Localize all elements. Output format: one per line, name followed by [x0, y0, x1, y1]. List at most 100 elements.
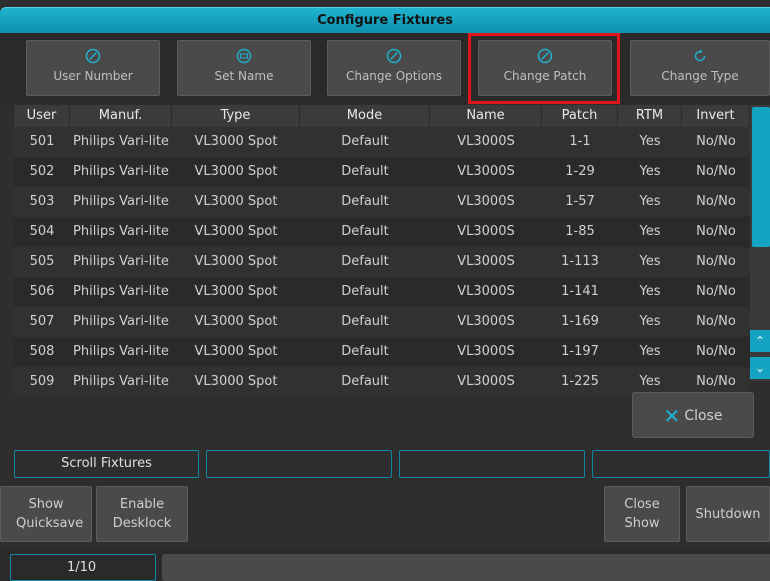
softkey-field-4[interactable] — [592, 450, 770, 478]
cell-mode: Default — [341, 164, 389, 179]
pencil-circle-icon — [85, 48, 101, 64]
table-body: 501 Philips Vari-lite VL3000 Spot Default VL… — [14, 127, 750, 397]
column-header-patch[interactable]: Patch — [542, 105, 618, 127]
cell-mode: Default — [341, 344, 389, 359]
cell-name: VL3000S — [457, 134, 515, 149]
cell-invert: No/No — [696, 224, 736, 239]
cell-rtm: Yes — [639, 134, 661, 149]
table-row[interactable]: 503 Philips Vari-lite VL3000 Spot Default VL… — [14, 187, 750, 217]
column-header-manuf[interactable]: Manuf. — [70, 105, 172, 127]
cell-patch: 1-29 — [565, 164, 595, 179]
cell-type: VL3000 Spot — [194, 374, 278, 389]
cell-name: VL3000S — [457, 344, 515, 359]
cell-rtm: Yes — [639, 254, 661, 269]
cell-type: VL3000 Spot — [194, 164, 278, 179]
cell-manuf: Philips Vari-lite — [73, 374, 169, 389]
cell-name: VL3000S — [457, 314, 515, 329]
cell-manuf: Philips Vari-lite — [73, 134, 169, 149]
softkey-field-2[interactable] — [206, 450, 392, 478]
change-options-label: Change Options — [345, 69, 443, 83]
cell-user: 509 — [29, 374, 55, 389]
cell-manuf: Philips Vari-lite — [73, 194, 169, 209]
command-line[interactable] — [162, 554, 770, 581]
softkey-field-3[interactable] — [399, 450, 585, 478]
scroll-down-button[interactable]: ⌄ — [750, 357, 770, 379]
cell-rtm: Yes — [639, 194, 661, 209]
show-quicksave-label: Show Quicksave — [16, 497, 84, 531]
set-name-label: Set Name — [214, 69, 274, 83]
user-number-button[interactable]: User Number — [26, 40, 160, 96]
cell-invert: No/No — [696, 164, 736, 179]
change-type-button[interactable]: Change Type — [630, 40, 770, 96]
cell-manuf: Philips Vari-lite — [73, 284, 169, 299]
cell-patch: 1-169 — [561, 314, 599, 329]
shutdown-label: Shutdown — [695, 506, 761, 522]
cell-patch: 1-1 — [569, 134, 591, 149]
cell-patch: 1-113 — [561, 254, 599, 269]
cell-name: VL3000S — [457, 374, 515, 389]
table-row[interactable]: 506 Philips Vari-lite VL3000 Spot Default VL… — [14, 277, 750, 307]
cell-patch: 1-225 — [561, 374, 599, 389]
shutdown-button[interactable]: Shutdown — [686, 486, 770, 542]
column-header-mode[interactable]: Mode — [300, 105, 430, 127]
column-header-invert[interactable]: Invert — [682, 105, 750, 127]
change-options-button[interactable]: Change Options — [327, 40, 461, 96]
column-header-type[interactable]: Type — [172, 105, 300, 127]
cell-rtm: Yes — [639, 224, 661, 239]
table-row[interactable]: 508 Philips Vari-lite VL3000 Spot Default VL… — [14, 337, 750, 367]
cell-type: VL3000 Spot — [194, 344, 278, 359]
cell-mode: Default — [341, 134, 389, 149]
cell-mode: Default — [341, 284, 389, 299]
close-show-button[interactable]: Close Show — [604, 486, 680, 542]
scroll-fixtures-field[interactable]: Scroll Fixtures — [14, 450, 199, 478]
keyboard-circle-icon — [236, 48, 252, 64]
cell-user: 502 — [29, 164, 55, 179]
cell-type: VL3000 Spot — [194, 134, 278, 149]
toolbar: User Number Set Name Change Options Chan… — [0, 33, 770, 104]
column-header-name[interactable]: Name — [430, 105, 542, 127]
table-row[interactable]: 501 Philips Vari-lite VL3000 Spot Default VL… — [14, 127, 750, 157]
show-quicksave-button[interactable]: Show Quicksave — [0, 486, 92, 542]
cell-invert: No/No — [696, 314, 736, 329]
table-row[interactable]: 504 Philips Vari-lite VL3000 Spot Default VL… — [14, 217, 750, 247]
cell-invert: No/No — [696, 344, 736, 359]
cell-invert: No/No — [696, 134, 736, 149]
table-row[interactable]: 502 Philips Vari-lite VL3000 Spot Default VL… — [14, 157, 750, 187]
refresh-icon — [694, 49, 706, 62]
cell-mode: Default — [341, 374, 389, 389]
cell-name: VL3000S — [457, 284, 515, 299]
cell-type: VL3000 Spot — [194, 194, 278, 209]
cell-patch: 1-85 — [565, 224, 595, 239]
pencil-circle-icon — [386, 48, 402, 64]
cell-rtm: Yes — [639, 284, 661, 299]
set-name-button[interactable]: Set Name — [177, 40, 311, 96]
scrollbar-thumb[interactable] — [752, 107, 770, 247]
cell-name: VL3000S — [457, 194, 515, 209]
cell-invert: No/No — [696, 254, 736, 269]
cell-manuf: Philips Vari-lite — [73, 344, 169, 359]
table-header: User Manuf. Type Mode Name Patch RTM Inv… — [14, 105, 750, 127]
cell-invert: No/No — [696, 284, 736, 299]
scroll-up-button[interactable]: ⌃ — [750, 330, 770, 352]
close-button[interactable]: ✕ Close — [632, 392, 754, 438]
column-header-user[interactable]: User — [14, 105, 70, 127]
change-patch-highlight — [468, 33, 620, 104]
cell-rtm: Yes — [639, 314, 661, 329]
cell-user: 505 — [29, 254, 55, 269]
cell-manuf: Philips Vari-lite — [73, 164, 169, 179]
cell-user: 503 — [29, 194, 55, 209]
cell-mode: Default — [341, 314, 389, 329]
table-row[interactable]: 507 Philips Vari-lite VL3000 Spot Default VL… — [14, 307, 750, 337]
cell-name: VL3000S — [457, 164, 515, 179]
cell-user: 506 — [29, 284, 55, 299]
enable-desklock-label: Enable Desklock — [112, 497, 172, 531]
cell-type: VL3000 Spot — [194, 224, 278, 239]
cell-patch: 1-57 — [565, 194, 595, 209]
cell-type: VL3000 Spot — [194, 284, 278, 299]
window-title: Configure Fixtures — [0, 7, 770, 33]
cell-rtm: Yes — [639, 344, 661, 359]
table-row[interactable]: 505 Philips Vari-lite VL3000 Spot Default VL… — [14, 247, 750, 277]
enable-desklock-button[interactable]: Enable Desklock — [96, 486, 188, 542]
cell-type: VL3000 Spot — [194, 254, 278, 269]
column-header-rtm[interactable]: RTM — [618, 105, 682, 127]
